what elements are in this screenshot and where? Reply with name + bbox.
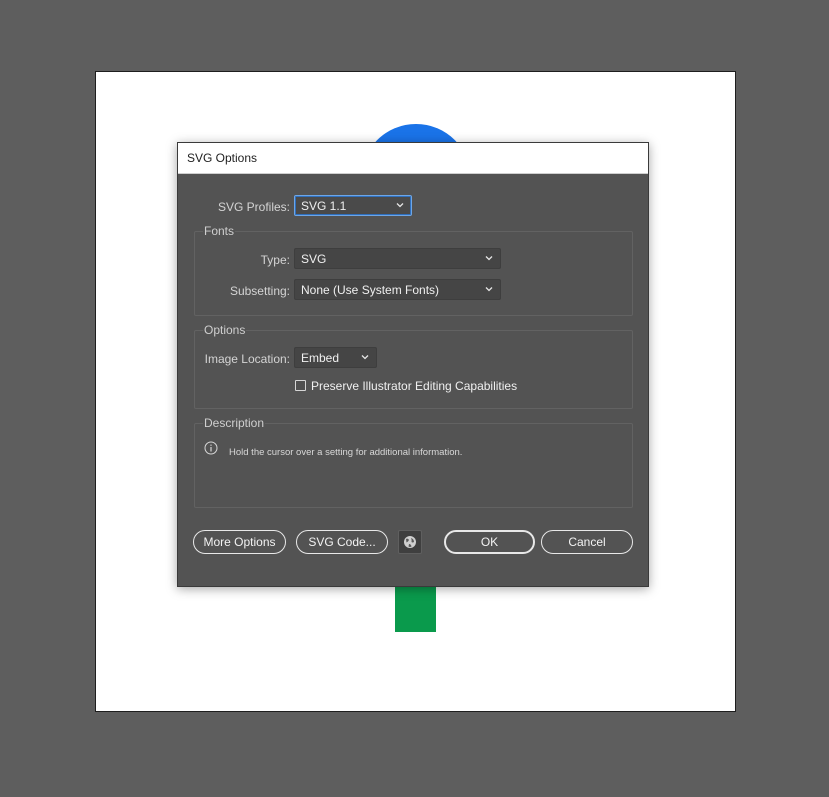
font-type-value: SVG [301, 251, 327, 266]
preserve-editing-checkbox[interactable] [295, 380, 306, 391]
options-group [194, 330, 633, 409]
dialog-titlebar[interactable]: SVG Options [178, 143, 648, 174]
chevron-down-icon [485, 256, 493, 261]
web-preview-button[interactable] [398, 530, 422, 554]
globe-icon [404, 536, 416, 548]
subsetting-label: Subsetting: [229, 284, 290, 298]
font-type-select[interactable]: SVG [294, 248, 501, 269]
description-group-label: Description [203, 416, 266, 430]
dialog-title: SVG Options [187, 151, 258, 165]
fonts-group [194, 231, 633, 316]
type-label: Type: [260, 253, 290, 267]
svg-profiles-value: SVG 1.1 [301, 198, 347, 213]
description-group [194, 423, 633, 508]
image-location-label: Image Location: [204, 352, 290, 366]
chevron-down-icon [485, 287, 493, 292]
subsetting-value: None (Use System Fonts) [301, 282, 440, 297]
fonts-group-label: Fonts [203, 224, 236, 238]
options-group-label: Options [203, 323, 247, 337]
svg-options-dialog: SVG Options SVG Profiles: SVG 1.1 Fonts … [177, 142, 649, 587]
chevron-down-icon [396, 203, 404, 208]
ok-button[interactable]: OK [444, 530, 535, 554]
info-icon [204, 441, 218, 455]
subsetting-select[interactable]: None (Use System Fonts) [294, 279, 501, 300]
preserve-editing-label[interactable]: Preserve Illustrator Editing Capabilitie… [311, 379, 517, 393]
image-location-value: Embed [301, 350, 340, 365]
more-options-button[interactable]: More Options [193, 530, 286, 554]
svg-code-button[interactable]: SVG Code... [296, 530, 388, 554]
green-rectangle-shape [395, 582, 436, 632]
chevron-down-icon [361, 355, 369, 360]
svg-profiles-label: SVG Profiles: [217, 200, 290, 214]
description-text: Hold the cursor over a setting for addit… [229, 447, 463, 458]
svg-profiles-select[interactable]: SVG 1.1 [294, 195, 412, 216]
cancel-button[interactable]: Cancel [541, 530, 633, 554]
image-location-select[interactable]: Embed [294, 347, 377, 368]
